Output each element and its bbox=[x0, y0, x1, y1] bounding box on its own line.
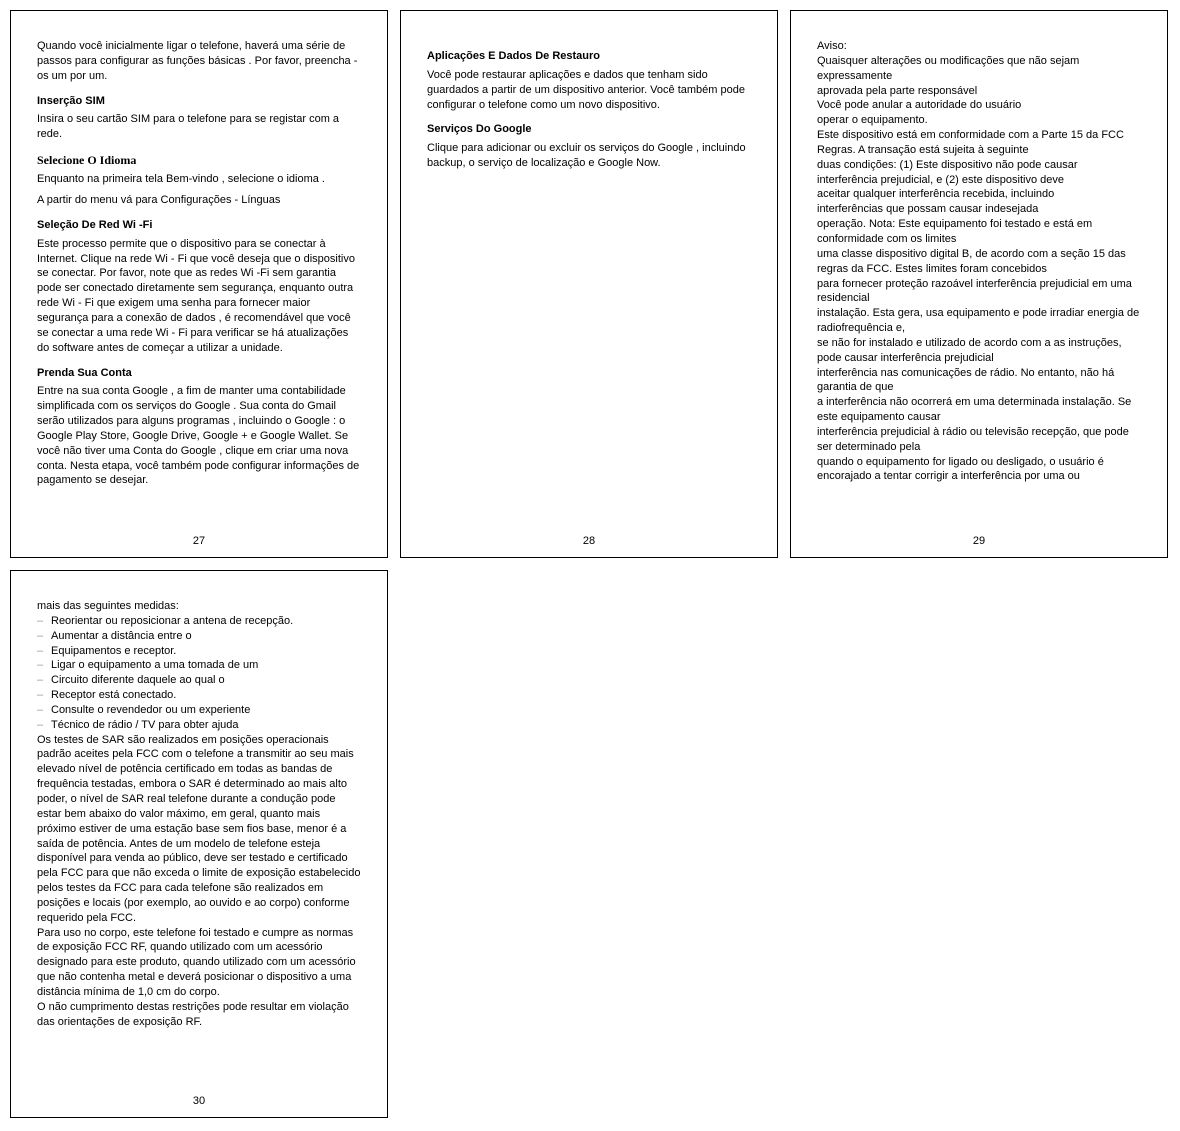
bullet-dash-icon: – bbox=[37, 629, 51, 644]
paragraph: Para uso no corpo, este telefone foi tes… bbox=[37, 926, 361, 1000]
paragraph: mais das seguintes medidas: bbox=[37, 599, 361, 614]
paragraph: quando o equipamento for ligado ou desli… bbox=[817, 455, 1141, 485]
bullet-dash-icon: – bbox=[37, 644, 51, 659]
paragraph: Você pode anular a autoridade do usuário bbox=[817, 98, 1141, 113]
paragraph: O não cumprimento destas restrições pode… bbox=[37, 1000, 361, 1030]
bullet-text: Receptor está conectado. bbox=[51, 688, 176, 703]
page-content: Quando você inicialmente ligar o telefon… bbox=[37, 39, 361, 523]
paragraph: Clique para adicionar ou excluir os serv… bbox=[427, 141, 751, 171]
bullet-text: Circuito diferente daquele ao qual o bbox=[51, 673, 225, 688]
page: Aplicações E Dados De Restauro Você pode … bbox=[400, 10, 778, 558]
paragraph: Você pode restaurar aplicações e dados q… bbox=[427, 68, 751, 113]
bullet-item: –Aumentar a distância entre o bbox=[37, 629, 361, 644]
paragraph: se não for instalado e utilizado de acor… bbox=[817, 336, 1141, 366]
paragraph: operar o equipamento. bbox=[817, 113, 1141, 128]
paragraph: interferência nas comunicações de rádio.… bbox=[817, 366, 1141, 396]
page-content: Aplicações E Dados De Restauro Você pode … bbox=[427, 39, 751, 523]
bullet-text: Equipamentos e receptor. bbox=[51, 644, 176, 659]
bullet-item: –Reorientar ou reposicionar a antena de … bbox=[37, 614, 361, 629]
section-heading: Serviços Do Google bbox=[427, 122, 751, 137]
section-heading: Aplicações E Dados De Restauro bbox=[427, 49, 751, 64]
paragraph: Insira o seu cartão SIM para o telefone … bbox=[37, 112, 361, 142]
paragraph: para fornecer proteção razoável interfer… bbox=[817, 277, 1141, 307]
bullet-dash-icon: – bbox=[37, 673, 51, 688]
page: mais das seguintes medidas:–Reorientar o… bbox=[10, 570, 388, 1118]
paragraph: Aviso: bbox=[817, 39, 1141, 54]
paragraph: Os testes de SAR são realizados em posiç… bbox=[37, 733, 361, 926]
section-heading: Inserção SIM bbox=[37, 94, 361, 109]
page: Quando você inicialmente ligar o telefon… bbox=[10, 10, 388, 558]
bullet-item: –Receptor está conectado. bbox=[37, 688, 361, 703]
paragraph: aceitar qualquer interferência recebida,… bbox=[817, 187, 1141, 202]
bullet-text: Técnico de rádio / TV para obter ajuda bbox=[51, 718, 239, 733]
paragraph: interferência prejudicial, e (2) este di… bbox=[817, 173, 1141, 188]
paragraph: interferência prejudicial à rádio ou tel… bbox=[817, 425, 1141, 455]
paragraph: A partir do menu vá para Configurações -… bbox=[37, 193, 361, 208]
bullet-dash-icon: – bbox=[37, 718, 51, 733]
bullet-dash-icon: – bbox=[37, 658, 51, 673]
paragraph: Este dispositivo está em conformidade co… bbox=[817, 128, 1141, 143]
bullet-text: Aumentar a distância entre o bbox=[51, 629, 192, 644]
bullet-item: –Ligar o equipamento a uma tomada de um bbox=[37, 658, 361, 673]
bullet-text: Consulte o revendedor ou um experiente bbox=[51, 703, 250, 718]
bullet-text: Reorientar ou reposicionar a antena de r… bbox=[51, 614, 293, 629]
bullet-item: –Circuito diferente daquele ao qual o bbox=[37, 673, 361, 688]
bullet-item: –Técnico de rádio / TV para obter ajuda bbox=[37, 718, 361, 733]
paragraph: duas condições: (1) Este dispositivo não… bbox=[817, 158, 1141, 173]
bullet-dash-icon: – bbox=[37, 688, 51, 703]
bullet-item: –Equipamentos e receptor. bbox=[37, 644, 361, 659]
paragraph: uma classe dispositivo digital B, de aco… bbox=[817, 247, 1141, 277]
page-number: 30 bbox=[11, 1094, 387, 1109]
paragraph: Este processo permite que o dispositivo … bbox=[37, 237, 361, 356]
paragraph: Entre na sua conta Google , a fim de man… bbox=[37, 384, 361, 488]
paragraph: operação. Nota: Este equipamento foi tes… bbox=[817, 217, 1141, 247]
section-heading: Selecione O Idioma bbox=[37, 152, 361, 168]
page-number: 29 bbox=[791, 534, 1167, 549]
paragraph: instalação. Esta gera, usa equipamento e… bbox=[817, 306, 1141, 336]
paragraph: interferências que possam causar indesej… bbox=[817, 202, 1141, 217]
page-content: Aviso:Quaisquer alterações ou modificaçõ… bbox=[817, 39, 1141, 523]
section-heading: Prenda Sua Conta bbox=[37, 366, 361, 381]
page-content: mais das seguintes medidas:–Reorientar o… bbox=[37, 599, 361, 1083]
paragraph: a interferência não ocorrerá em uma dete… bbox=[817, 395, 1141, 425]
page-number: 27 bbox=[11, 534, 387, 549]
page-number: 28 bbox=[401, 534, 777, 549]
bullet-item: –Consulte o revendedor ou um experiente bbox=[37, 703, 361, 718]
section-heading: Seleção De Red Wi -Fi bbox=[37, 218, 361, 233]
bullet-dash-icon: – bbox=[37, 614, 51, 629]
paragraph: Quando você inicialmente ligar o telefon… bbox=[37, 39, 361, 84]
bullet-text: Ligar o equipamento a uma tomada de um bbox=[51, 658, 258, 673]
paragraph: aprovada pela parte responsável bbox=[817, 84, 1141, 99]
page: Aviso:Quaisquer alterações ou modificaçõ… bbox=[790, 10, 1168, 558]
bullet-dash-icon: – bbox=[37, 703, 51, 718]
paragraph: Regras. A transação está sujeita à segui… bbox=[817, 143, 1141, 158]
pages-container: Quando você inicialmente ligar o telefon… bbox=[10, 10, 1170, 1118]
paragraph: Quaisquer alterações ou modificações que… bbox=[817, 54, 1141, 84]
paragraph: Enquanto na primeira tela Bem-vindo , se… bbox=[37, 172, 361, 187]
